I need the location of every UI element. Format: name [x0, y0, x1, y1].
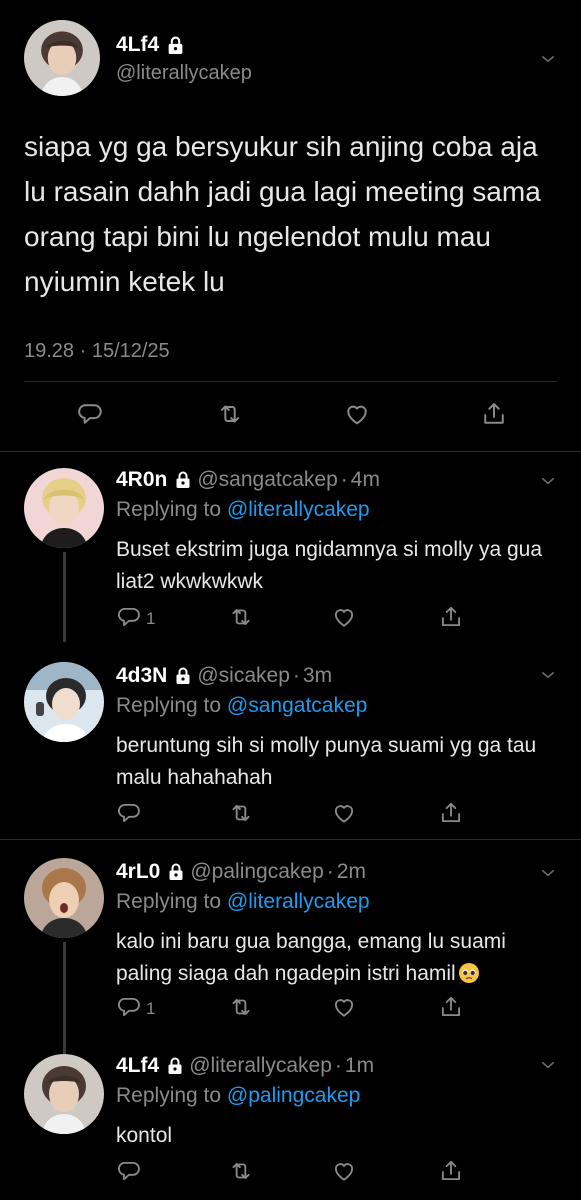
user-handle[interactable]: @palingcakep [190, 860, 323, 884]
main-tweet-name[interactable]: 4Lf4 [116, 33, 184, 57]
user-handle[interactable]: @literallycakep [116, 62, 252, 85]
reply-count: 1 [146, 999, 156, 1018]
like-icon[interactable] [331, 1158, 357, 1184]
chevron-down-icon[interactable] [539, 50, 557, 68]
chevron-down-icon[interactable] [539, 472, 557, 490]
reply-time[interactable]: 2m [337, 860, 366, 884]
avatar[interactable] [24, 858, 104, 938]
avatar[interactable] [24, 20, 100, 96]
replying-label: Replying to [116, 498, 222, 521]
reply-tweet[interactable]: 4rL0 @palingcakep · 2m Replying to @lite… [0, 840, 581, 1062]
display-name[interactable]: 4R0n [116, 468, 167, 492]
replying-label: Replying to [116, 694, 222, 717]
avatar[interactable] [24, 1054, 104, 1134]
like-icon[interactable] [343, 400, 371, 428]
mention-link[interactable]: @palingcakep [227, 1084, 360, 1107]
lock-icon [175, 471, 191, 489]
avatar[interactable] [24, 468, 104, 548]
reply-header: 4R0n @sangatcakep · 4m [116, 468, 380, 492]
reply-time[interactable]: 3m [303, 664, 332, 688]
reply-header: 4Lf4 @literallycakep · 1m [116, 1054, 374, 1078]
share-icon[interactable] [438, 994, 464, 1020]
replying-label: Replying to [116, 890, 222, 913]
reply-header: 4rL0 @palingcakep · 2m [116, 860, 366, 884]
replying-to: Replying to @sangatcakep [116, 694, 367, 718]
share-icon[interactable] [438, 1158, 464, 1184]
lock-icon [167, 36, 184, 55]
mention-link[interactable]: @sangatcakep [227, 694, 367, 717]
reply-icon[interactable] [76, 400, 104, 428]
separator-dot: · [340, 468, 348, 491]
reply-icon[interactable] [116, 800, 142, 826]
replying-to: Replying to @palingcakep [116, 1084, 360, 1108]
separator-dot: · [334, 1054, 342, 1077]
display-name[interactable]: 4Lf4 [116, 33, 159, 57]
retweet-icon[interactable] [228, 1158, 254, 1184]
avatar[interactable] [24, 662, 104, 742]
tweet-text: siapa yg ga bersyukur sih anjing coba aj… [24, 131, 541, 297]
retweet-icon[interactable] [228, 604, 254, 630]
reply-time[interactable]: 1m [345, 1054, 374, 1078]
lock-icon [168, 863, 184, 881]
like-icon[interactable] [331, 604, 357, 630]
share-icon[interactable] [438, 800, 464, 826]
reply-text-body: kalo ini baru gua bangga, emang lu suami… [116, 930, 506, 985]
separator-dot: · [292, 664, 300, 687]
reply-text: kalo ini baru gua bangga, emang lu suami… [116, 926, 566, 990]
reply-time[interactable]: 4m [351, 468, 380, 492]
lock-icon [175, 667, 191, 685]
reply-header: 4d3N @sicakep · 3m [116, 664, 332, 688]
like-icon[interactable] [331, 994, 357, 1020]
reply-icon[interactable] [116, 604, 142, 630]
retweet-icon[interactable] [228, 994, 254, 1020]
mention-link[interactable]: @literallycakep [227, 890, 370, 913]
replying-to: Replying to @literallycakep [116, 498, 370, 522]
replying-to: Replying to @literallycakep [116, 890, 370, 914]
mention-link[interactable]: @literallycakep [227, 498, 370, 521]
pleading-face-emoji [458, 963, 479, 983]
reply-tweet[interactable]: 4d3N @sicakep · 3m Replying to @sangatca… [0, 642, 581, 838]
tweet-timestamp[interactable]: 19.28 · 15/12/25 [24, 340, 170, 363]
retweet-icon[interactable] [228, 800, 254, 826]
reply-tweet[interactable]: 4R0n @sangatcakep · 4m Replying to @lite… [0, 452, 581, 642]
reply-tweet[interactable]: 4Lf4 @literallycakep · 1m Replying to @p… [0, 1036, 581, 1200]
user-handle[interactable]: @literallycakep [189, 1054, 332, 1078]
lock-icon [167, 1057, 183, 1075]
chevron-down-icon[interactable] [539, 864, 557, 882]
like-icon[interactable] [331, 800, 357, 826]
share-icon[interactable] [438, 604, 464, 630]
separator-dot: · [326, 860, 334, 883]
user-handle[interactable]: @sangatcakep [197, 468, 337, 492]
reply-count: 1 [146, 609, 156, 628]
chevron-down-icon[interactable] [539, 1056, 557, 1074]
reply-text: beruntung sih si molly punya suami yg ga… [116, 734, 537, 789]
share-icon[interactable] [480, 400, 508, 428]
main-tweet: 4Lf4 @literallycakep siapa yg ga bersyuk… [0, 0, 581, 452]
display-name[interactable]: 4d3N [116, 664, 167, 688]
thread-line [63, 552, 66, 642]
divider [24, 381, 557, 382]
replying-label: Replying to [116, 1084, 222, 1107]
user-handle[interactable]: @sicakep [197, 664, 290, 688]
display-name[interactable]: 4rL0 [116, 860, 160, 884]
chevron-down-icon[interactable] [539, 666, 557, 684]
reply-text: kontol [116, 1124, 173, 1147]
retweet-icon[interactable] [216, 400, 244, 428]
display-name[interactable]: 4Lf4 [116, 1054, 159, 1078]
reply-icon[interactable] [116, 1158, 142, 1184]
reply-text: Buset ekstrim juga ngidamnya si molly ya… [116, 538, 543, 593]
reply-icon[interactable] [116, 994, 142, 1020]
